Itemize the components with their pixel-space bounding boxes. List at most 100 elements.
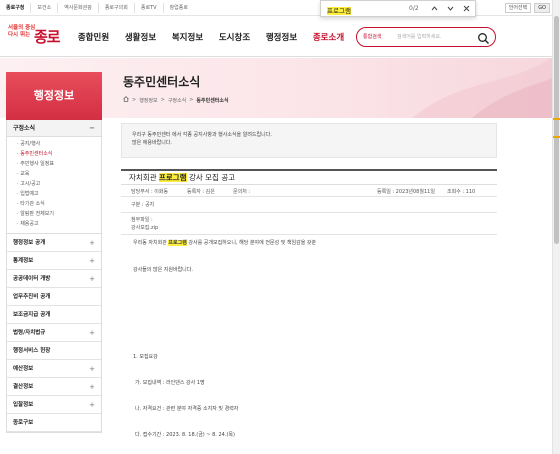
breadcrumb: > 행정정보 > 구정소식 > 동주민센터소식 [123,96,229,104]
expand-icon[interactable]: + [89,324,95,342]
page-scrollbar[interactable] [552,0,560,454]
sidebar-subitem[interactable]: · 주민행사 일정표 [7,159,101,169]
sidebar-section[interactable]: 행정정보 공개 + [7,234,101,252]
find-input[interactable]: 프로그램 [327,5,351,15]
home-icon[interactable] [123,96,129,104]
logo-slogan-line2: 다시 뛰는 [8,32,31,38]
find-close-icon[interactable] [461,3,472,14]
nav-about-jongno[interactable]: 종로소개 [307,31,350,43]
link-jongno-office[interactable]: 종로구청 [4,3,32,13]
breadcrumb-current: 동주민센터소식 [196,97,229,104]
sidebar-subitem[interactable]: · 타기관 소식 [7,199,101,209]
expand-icon[interactable]: + [89,360,95,378]
language-select[interactable]: 언어선택 [504,3,532,13]
find-match-marker [553,118,560,120]
breadcrumb-item[interactable]: 구정소식 [168,97,186,104]
attachment-row: 첨부파일 : 강사모집.zip [121,213,497,235]
nav-urban-creation[interactable]: 도시창조 [213,31,256,43]
find-match-marker [553,136,560,138]
page-title: 동주민센터소식 [123,75,201,89]
scrollbar-thumb[interactable] [554,16,559,244]
family-site-links: 종로구청 보건소 역사문화관광 종로구의회 종로TV 창업종로 [4,3,194,13]
sidebar-section-news[interactable]: 구정소식 − [7,120,101,137]
expand-icon[interactable]: + [89,252,95,270]
site-header: 서울의 중심 다시 뛰는 종로 종합민원 생활정보 복지정보 도시창조 행정정보 … [0,17,552,57]
breadcrumb-item[interactable]: 행정정보 [139,97,157,104]
sidebar-subitem[interactable]: · 교육 [7,169,101,179]
article-category: 구분 : 공지 [121,197,497,213]
sidebar-section[interactable]: 종로구보 [7,414,101,432]
sidebar-subitem[interactable]: · 입법예고 [7,189,101,199]
sidebar: 행정정보 구정소식 − · 공지/행사 · 동주민센터소식 · 주민행사 일정표… [6,72,102,433]
nav-welfare-info[interactable]: 복지정보 [166,31,209,43]
sidebar-section[interactable]: 법령/자치법규 + [7,324,101,342]
sidebar-section-label: 구정소식 [13,125,36,132]
article-body: 우리동 자치회관 프로그램 강사를 공개모집하오니, 해당 분야에 전문성 및 … [121,235,497,454]
meta-views: 조회수 : 110 [447,189,476,195]
jongno-logo[interactable]: 서울의 중심 다시 뛰는 종로 [8,25,62,51]
link-district-council[interactable]: 종로구의회 [99,3,135,13]
board-intro: 우리구 동주민센터 에서 각종 공지사항과 행사소식을 알려드립니다. 많은 애… [121,123,497,158]
expand-icon[interactable]: + [89,396,95,414]
meta-author: 등록자 : 김은 [187,189,215,195]
sidebar-section[interactable]: 행정서비스 헌장 [7,342,101,360]
article-content: 우리구 동주민센터 에서 각종 공지사항과 행사소식을 알려드립니다. 많은 애… [121,123,497,454]
attachment-file-link[interactable]: 강사모집.zip [131,224,487,232]
article-meta: 담당부서 : 이화동 등록자 : 김은 문의처 : 등록일 : 2023년08월… [121,185,497,197]
find-highlight: 프로그램 [168,240,187,246]
logo-slogan-line1: 서울의 중심 [8,25,36,31]
sidebar-section[interactable]: 보조금지급 공개 [7,306,101,324]
link-health-center[interactable]: 보건소 [31,3,59,13]
collapse-icon[interactable]: − [89,120,95,137]
main-navigation: 종합민원 생활정보 복지정보 도시창조 행정정보 종로소개 [72,31,354,43]
attachment-label: 첨부파일 : [131,217,153,223]
find-highlight: 프로그램 [158,173,187,182]
search-scope-select[interactable]: 통합검색 [363,33,381,40]
find-previous-icon[interactable] [429,3,440,14]
article-title: 자치회관 프로그램 강사 모집 공고 [121,169,497,185]
sidebar-submenu: · 공지/행사 · 동주민센터소식 · 주민행사 일정표 · 교육 · 고시/공… [7,137,101,234]
sidebar-subitem[interactable]: · 채용공고 [7,219,101,229]
search-input[interactable]: 검색어를 입력하세요. [397,33,442,40]
sidebar-title: 행정정보 [6,72,102,120]
body-paragraph: 강사들의 많은 지원바랍니다. [133,267,193,273]
nav-living-info[interactable]: 생활정보 [119,31,162,43]
breadcrumb-separator-icon: > [132,97,137,103]
body-paragraph: 나. 자격요건 : 관련 분야 자격증 소지자 및 경력자 [135,406,239,412]
sidebar-subitem[interactable]: · 공지/행사 [7,139,101,149]
body-paragraph: 1. 모집요강 [133,354,158,360]
body-paragraph: 우리동 자치회관 프로그램 강사를 공개모집하오니, 해당 분야에 전문성 및 … [133,240,317,246]
sidebar-section[interactable]: 공공데이터 개방 + [7,270,101,288]
link-history-culture[interactable]: 역사문화관광 [58,3,99,13]
language-go-button[interactable]: GO [534,3,550,13]
meta-dept: 담당부서 : 이화동 [131,189,169,195]
sidebar-subitem[interactable]: · 알림판 전체보기 [7,209,101,219]
expand-icon[interactable]: + [89,378,95,396]
meta-contact: 문의처 : [233,189,251,195]
body-paragraph: 가. 모집내역 : 라인댄스 강사 1명 [135,380,205,386]
sidebar-menu: 구정소식 − · 공지/행사 · 동주민센터소식 · 주민행사 일정표 · 교육… [6,120,102,433]
find-match-count: 0/2 [409,5,419,12]
link-jongno-tv[interactable]: 종로TV [135,3,164,13]
sidebar-section[interactable]: 예산정보 + [7,360,101,378]
sidebar-section[interactable]: 결산정보 + [7,378,101,396]
expand-icon[interactable]: + [89,234,95,252]
find-next-icon[interactable] [445,3,456,14]
nav-admin-info[interactable]: 행정정보 [260,31,303,43]
sidebar-subitem-active[interactable]: · 동주민센터소식 [7,149,101,159]
find-in-page-bar: 프로그램 0/2 [320,0,476,17]
sidebar-section[interactable]: 입찰정보 + [7,396,101,414]
intro-text: 우리구 동주민센터 에서 각종 공지사항과 행사소식을 알려드립니다. [132,132,272,138]
intro-text: 많은 애용바랍니다. [132,140,172,146]
link-startup[interactable]: 창업종로 [164,3,194,13]
sidebar-subitem[interactable]: · 고시/공고 [7,179,101,189]
meta-date: 등록일 : 2023년08월11일 [377,189,435,195]
nav-civil-service[interactable]: 종합민원 [72,31,115,43]
breadcrumb-separator-icon: > [160,97,165,103]
sidebar-section[interactable]: 통계정보 + [7,252,101,270]
breadcrumb-separator-icon: > [189,97,194,103]
banner-decoration [412,58,552,118]
sidebar-section[interactable]: 업무추진비 공개 [7,288,101,306]
expand-icon[interactable]: + [89,270,95,288]
search-icon[interactable] [477,30,490,44]
